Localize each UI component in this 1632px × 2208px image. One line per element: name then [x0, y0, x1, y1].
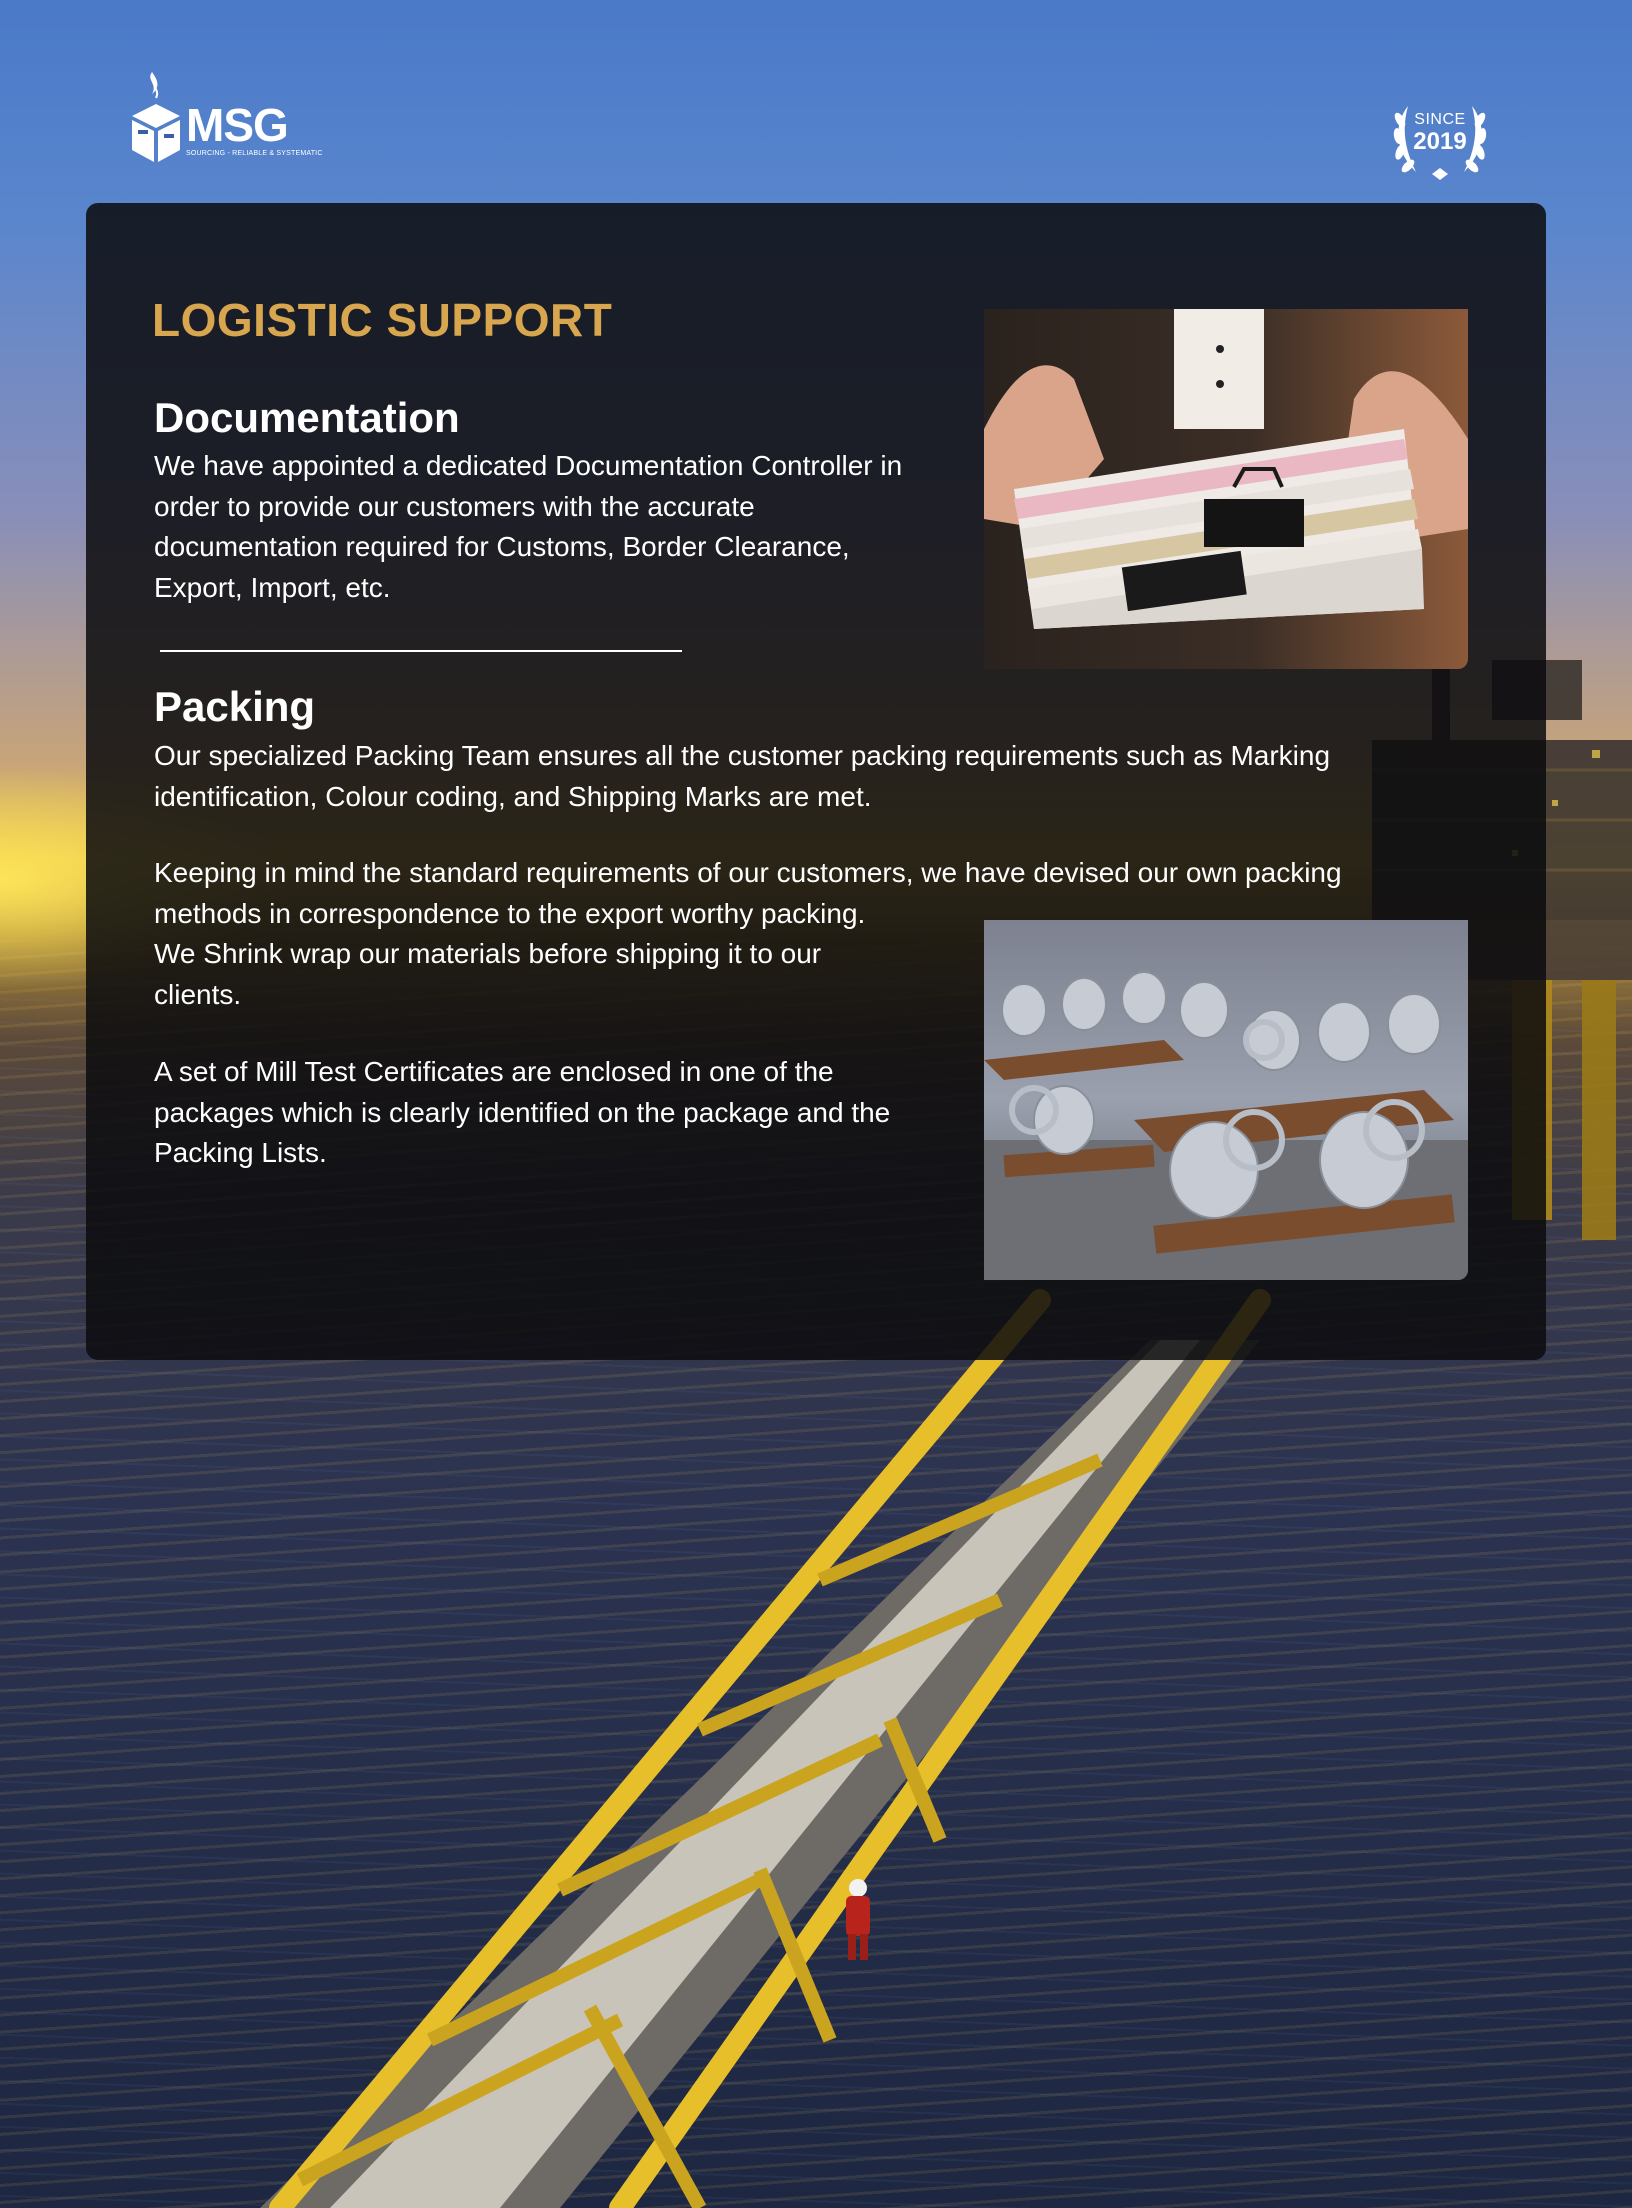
documentation-line: Export, Import, etc.: [154, 571, 391, 603]
documents-photo: [984, 309, 1468, 669]
packing-line: Our specialized Packing Team ensures all…: [154, 740, 1331, 771]
packing-line: clients.: [154, 978, 242, 1010]
documentation-line: documentation required for Customs, Bord…: [154, 531, 850, 562]
walkway-bridge-image: [260, 1289, 1271, 2208]
since-badge: SINCE 2019: [1390, 98, 1490, 184]
packing-line: identification, Colour coding, and Shipp…: [154, 780, 872, 812]
cube-logo-icon: [132, 72, 180, 162]
msg-logo: MSG SOURCING - RELIABLE & SYSTEMATIC: [128, 70, 338, 166]
packing-line: A set of Mill Test Certificates are encl…: [154, 1056, 834, 1087]
packing-line: We Shrink wrap our materials before ship…: [154, 938, 822, 969]
packing-line: packages which is clearly identified on …: [154, 1096, 891, 1128]
packing-line: Packing Lists.: [154, 1137, 327, 1168]
logo-tagline: SOURCING - RELIABLE & SYSTEMATIC: [186, 150, 323, 157]
documentation-line: We have appointed a dedicated Documentat…: [154, 450, 903, 481]
page-title: LOGISTIC SUPPORT: [152, 294, 613, 346]
documentation-line: order to provide our customers with the …: [154, 490, 755, 522]
packing-line: Keeping in mind the standard requirement…: [154, 857, 1342, 888]
valves-photo: [984, 920, 1468, 1280]
packing-paragraph-3: A set of Mill Test Certificates are encl…: [154, 1052, 954, 1174]
section-divider: [160, 650, 682, 652]
logo-wordmark: MSG: [186, 99, 289, 151]
badge-since-label: SINCE: [1414, 111, 1466, 128]
badge-year: 2019: [1413, 128, 1467, 155]
packing-line: methods in correspondence to the export …: [154, 897, 866, 929]
documentation-heading: Documentation: [154, 394, 460, 441]
packing-heading: Packing: [154, 683, 316, 730]
documentation-text: We have appointed a dedicated Documentat…: [154, 446, 954, 608]
packing-paragraph-1: Our specialized Packing Team ensures all…: [154, 736, 1454, 817]
